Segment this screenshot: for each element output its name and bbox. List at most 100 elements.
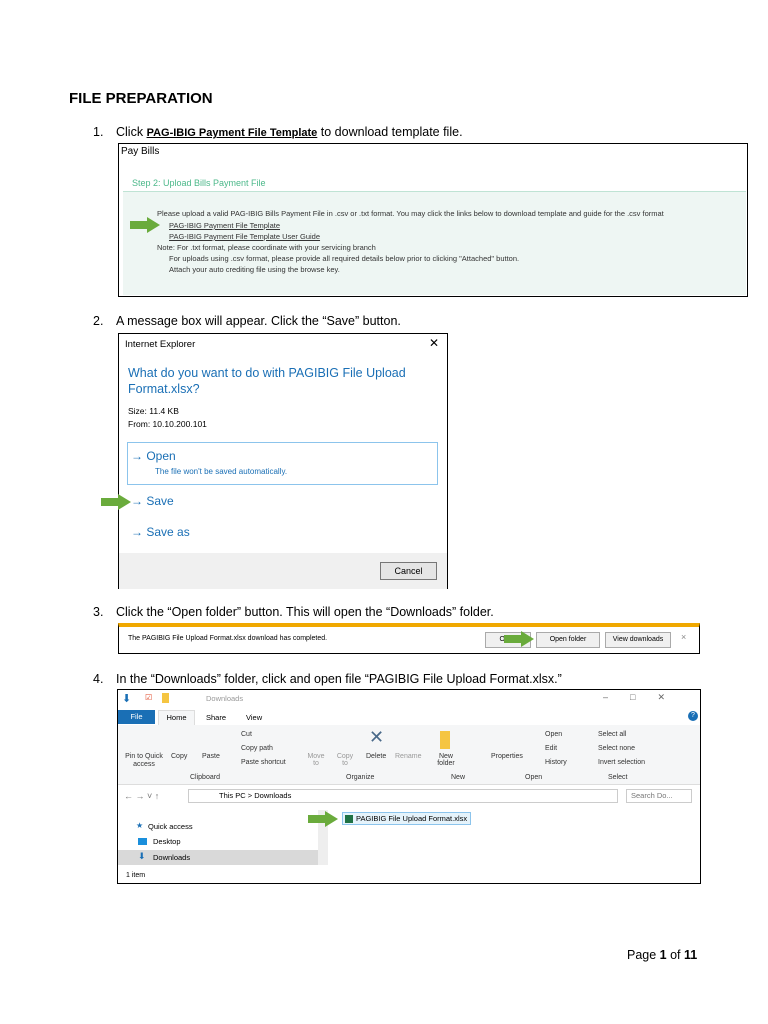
panel-title: Pay Bills [121, 146, 160, 157]
page-label: Page [627, 948, 660, 962]
file-explorer-window: ⬇ ☑ Downloads –□✕ File Home Share View ?… [117, 689, 701, 884]
open-folder-button[interactable]: Open folder [536, 632, 600, 648]
nav-quick-access[interactable]: Quick access [148, 822, 193, 831]
invert-selection-button[interactable]: Invert selection [598, 759, 645, 766]
copy-to-button[interactable]: Copy to [334, 753, 356, 767]
new-folder-button[interactable]: New folder [435, 753, 457, 767]
open-description: The file won't be saved automatically. [155, 467, 288, 476]
tab-home[interactable]: Home [158, 710, 195, 725]
step-number: 1. [93, 125, 104, 139]
edit-button[interactable]: Edit [545, 745, 557, 752]
pointer-arrow-icon [308, 811, 338, 827]
ribbon: Pin to Quick access Copy Paste Cut Copy … [118, 725, 700, 785]
select-none-button[interactable]: Select none [598, 745, 635, 752]
current-page: 1 [659, 948, 667, 962]
rename-button[interactable]: Rename [395, 753, 421, 760]
window-controls[interactable]: –□✕ [603, 692, 687, 703]
open-label: Open [146, 449, 176, 463]
new-folder-icon [440, 731, 450, 749]
arrow-right-icon: → [131, 449, 143, 463]
note-text: Note: For .txt format, please coordinate… [157, 243, 376, 252]
group-label: Organize [346, 774, 375, 781]
note-text: For uploads using .csv format, please pr… [169, 254, 520, 263]
close-icon[interactable]: ✕ [429, 336, 439, 350]
delete-button[interactable]: Delete [366, 753, 386, 760]
step-text: Click [116, 125, 147, 139]
page-number: Page 1 of 11 [627, 948, 697, 962]
window-title: Downloads [206, 694, 244, 703]
search-input[interactable]: Search Do... [626, 789, 692, 803]
save-as-label: Save as [146, 525, 190, 539]
nav-downloads-row[interactable] [118, 850, 318, 865]
tab-file[interactable]: File [118, 710, 155, 724]
template-link[interactable]: PAG-IBIG Payment File Template [147, 127, 318, 139]
section-heading: FILE PREPARATION [69, 90, 213, 107]
view-downloads-button[interactable]: View downloads [605, 632, 671, 648]
copy-button[interactable]: Copy [171, 753, 187, 760]
breadcrumb-this-pc[interactable]: This PC [219, 791, 246, 800]
close-icon[interactable]: × [681, 632, 686, 642]
group-label: New [451, 774, 466, 781]
step-heading: Step 2: Upload Bills Payment File [132, 178, 266, 188]
user-guide-link[interactable]: PAG-IBIG Payment File Template User Guid… [169, 232, 320, 241]
pin-to-quick-access-button[interactable]: Pin to Quick access [120, 753, 168, 769]
properties-button[interactable]: Properties [491, 753, 523, 760]
arrow-right-icon: → [131, 525, 143, 539]
download-notification-bar: The PAGIBIG File Upload Format.xlsx down… [118, 623, 700, 654]
open-option[interactable]: → Open The file won't be saved automatic… [127, 442, 438, 485]
cut-button[interactable]: Cut [241, 731, 252, 738]
nav-downloads[interactable]: Downloads [153, 853, 190, 862]
step-number: 4. [93, 672, 104, 686]
select-all-button[interactable]: Select all [598, 731, 626, 738]
step-text: Click the “Open folder” button. This wil… [116, 605, 494, 619]
properties-quick-icon[interactable]: ☑ [145, 693, 152, 702]
breadcrumb-downloads[interactable]: Downloads [254, 791, 291, 800]
step-text: to download template file. [317, 125, 463, 139]
move-to-button[interactable]: Move to [305, 753, 327, 767]
open-button[interactable]: Open [545, 731, 562, 738]
excel-icon [345, 815, 353, 823]
save-label: Save [146, 494, 174, 508]
file-item-xlsx[interactable]: PAGIBIG File Upload Format.xlsx [342, 812, 472, 825]
arrow-right-icon: → [131, 494, 143, 508]
pointer-arrow-icon [101, 494, 131, 510]
cancel-button[interactable]: Cancel [380, 562, 437, 580]
downloads-icon: ⬇ [122, 693, 132, 705]
tab-view[interactable]: View [246, 713, 262, 722]
paste-button[interactable]: Paste [202, 753, 220, 760]
pay-bills-panel: Pay Bills Step 2: Upload Bills Payment F… [118, 143, 748, 297]
desktop-icon [138, 838, 147, 845]
copy-path-button[interactable]: Copy path [241, 745, 273, 752]
download-message: The PAGIBIG File Upload Format.xlsx down… [128, 635, 328, 642]
upload-instructions: Please upload a valid PAG-IBIG Bills Pay… [123, 191, 746, 295]
template-download-link[interactable]: PAG-IBIG Payment File Template [169, 221, 280, 230]
intro-text: Please upload a valid PAG-IBIG Bills Pay… [157, 209, 664, 218]
delete-icon: ✕ [369, 727, 385, 747]
pointer-arrow-icon [504, 631, 534, 647]
help-icon[interactable]: ? [688, 711, 698, 721]
file-source: From: 10.10.200.101 [128, 419, 207, 429]
file-size: Size: 11.4 KB [128, 406, 179, 416]
group-label: Open [525, 774, 543, 781]
note-text: Attach your auto crediting file using th… [169, 265, 340, 274]
nav-desktop[interactable]: Desktop [153, 837, 181, 846]
status-item-count: 1 item [126, 872, 146, 879]
star-icon: ★ [136, 821, 144, 830]
step-text: A message box will appear. Click the “Sa… [116, 314, 401, 328]
step-text: In the “Downloads” folder, click and ope… [116, 672, 562, 686]
group-label: Clipboard [190, 774, 220, 781]
tab-share[interactable]: Share [206, 713, 226, 722]
dialog-title: Internet Explorer [125, 339, 196, 350]
save-as-option[interactable]: → Save as [131, 525, 190, 539]
folder-quick-icon[interactable] [162, 693, 169, 703]
total-pages: 11 [684, 948, 698, 962]
downloads-icon: ⬇ [138, 851, 146, 861]
save-option[interactable]: → Save [131, 494, 174, 508]
history-button[interactable]: History [545, 759, 567, 766]
dialog-question: What do you want to do with PAGIBIG File… [128, 366, 406, 396]
group-label: Select [608, 774, 628, 781]
nav-arrows-icon[interactable]: ← → ˅ ↑ [124, 791, 159, 801]
step-number: 3. [93, 605, 104, 619]
paste-shortcut-button[interactable]: Paste shortcut [241, 759, 286, 766]
address-bar[interactable]: This PC > Downloads [188, 789, 618, 803]
